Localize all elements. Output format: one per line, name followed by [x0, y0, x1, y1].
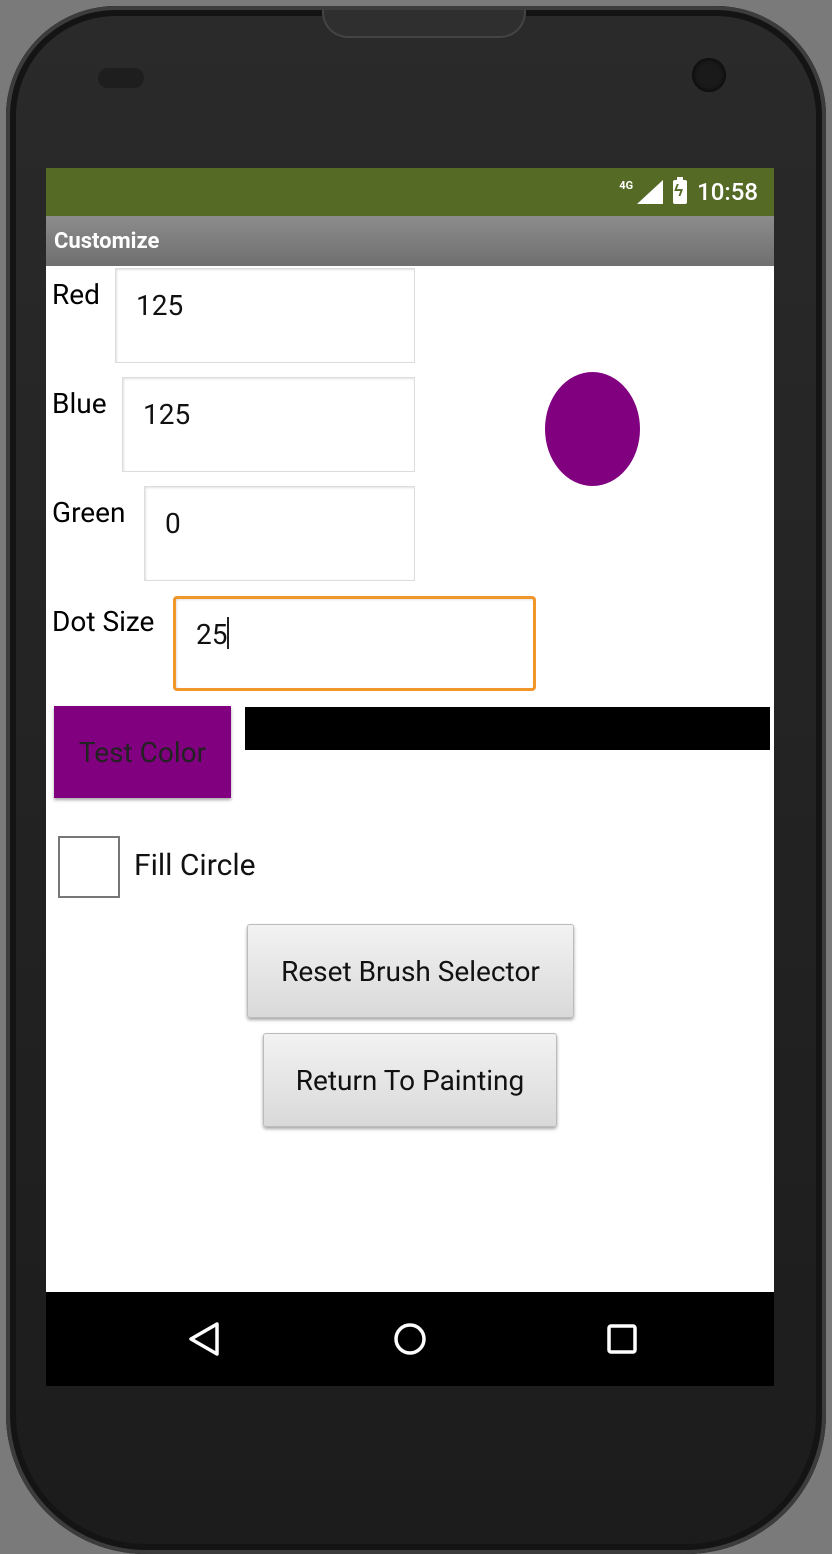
signal-icon [637, 180, 664, 204]
earpiece-speaker [322, 10, 526, 38]
blue-label: Blue [52, 387, 107, 420]
blue-input-value: 125 [143, 398, 191, 431]
preview-dot [545, 372, 640, 486]
status-clock: 10:58 [697, 178, 758, 206]
device-screen: 4G 10:58 Customize Red 125 Blue 125 Gree… [46, 168, 774, 1386]
home-circle-icon[interactable] [370, 1292, 450, 1386]
dot-size-input-value: 25 [196, 618, 228, 651]
recents-square-icon[interactable] [582, 1292, 662, 1386]
green-input[interactable]: 0 [144, 486, 415, 581]
battery-charging-icon [673, 177, 688, 204]
status-bar: 4G 10:58 [46, 168, 774, 216]
return-to-painting-button[interactable]: Return To Painting [263, 1033, 557, 1127]
dot-size-input[interactable]: 25 [173, 596, 536, 691]
red-label: Red [52, 278, 100, 311]
network-type: 4G [619, 178, 634, 192]
back-triangle-icon[interactable] [164, 1292, 244, 1386]
test-color-button[interactable]: Test Color [54, 706, 231, 798]
proximity-sensor [98, 68, 144, 88]
color-preview-bar [245, 707, 770, 750]
test-color-label: Test Color [78, 735, 207, 769]
green-label: Green [52, 496, 126, 529]
text-cursor [227, 617, 230, 649]
front-camera [692, 58, 726, 92]
page-title: Customize [54, 228, 160, 254]
fill-circle-label: Fill Circle [134, 848, 256, 883]
reset-button-label: Reset Brush Selector [281, 954, 540, 988]
red-input[interactable]: 125 [115, 268, 415, 363]
reset-brush-selector-button[interactable]: Reset Brush Selector [247, 924, 574, 1018]
blue-input[interactable]: 125 [122, 377, 415, 472]
red-input-value: 125 [136, 289, 184, 322]
title-bar: Customize [46, 216, 774, 266]
fill-circle-checkbox[interactable] [58, 836, 120, 898]
return-button-label: Return To Painting [295, 1063, 525, 1097]
navigation-bar [46, 1292, 774, 1386]
dot-size-label: Dot Size [52, 605, 155, 638]
customize-content: Red 125 Blue 125 Green 0 Dot Size 25 Tes… [46, 266, 774, 1292]
green-input-value: 0 [165, 507, 181, 540]
